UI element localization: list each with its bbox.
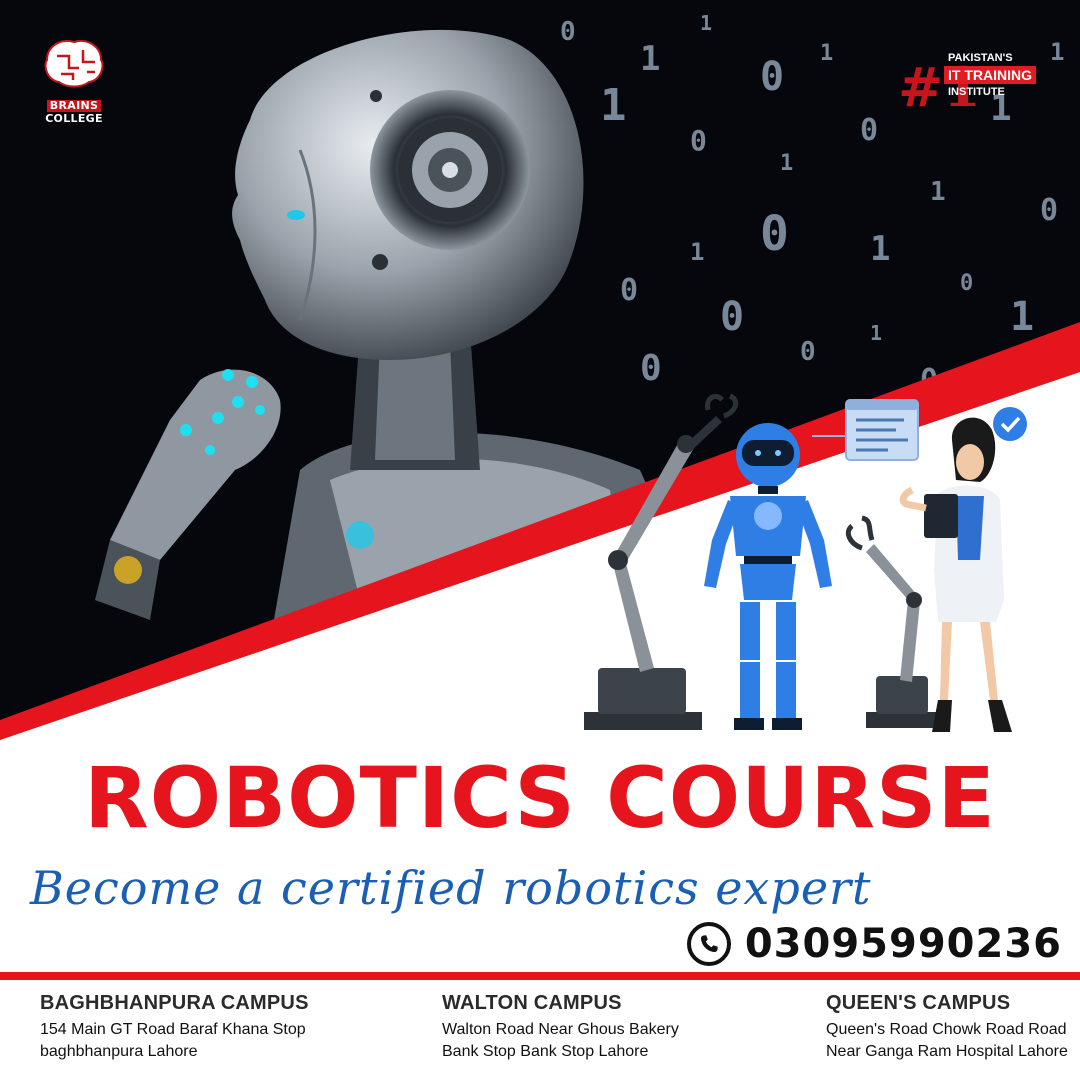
phone-number[interactable]: 03095990236: [745, 921, 1062, 967]
badge-line3: INSTITUTE: [948, 86, 1005, 98]
rank-badge: #1 PAKISTAN'S IT TRAINING INSTITUTE: [898, 38, 1048, 118]
svg-text:1: 1: [780, 151, 793, 176]
svg-text:0: 0: [760, 54, 784, 100]
svg-text:1: 1: [870, 321, 882, 345]
svg-text:0: 0: [720, 294, 744, 340]
tagline: Become a certified robotics expert: [30, 861, 872, 915]
svg-text:0: 0: [760, 206, 789, 262]
badge-line2: IT TRAINING: [944, 66, 1036, 84]
svg-text:1: 1: [690, 238, 704, 266]
svg-text:1: 1: [640, 39, 660, 79]
svg-text:1: 1: [1050, 38, 1064, 66]
svg-text:0: 0: [640, 348, 662, 389]
svg-text:1: 1: [700, 11, 712, 35]
campus-baghbhanpura: BAGHBHANPURA CAMPUS 154 Main GT Road Bar…: [40, 992, 309, 1063]
footer-divider: [0, 972, 1080, 980]
phone-icon: [686, 922, 731, 966]
campus-name: WALTON CAMPUS: [442, 992, 622, 1014]
svg-text:0: 0: [800, 337, 816, 367]
campus-address: Queen's Road Chowk Road Road Near Ganga …: [826, 1021, 1068, 1060]
check-badge-icon: [993, 407, 1027, 441]
logo-name-line2: COLLEGE: [45, 112, 103, 125]
svg-text:0: 0: [690, 124, 707, 157]
course-title: ROBOTICS COURSE: [84, 749, 996, 847]
svg-text:0: 0: [860, 113, 878, 148]
svg-text:1: 1: [600, 80, 627, 131]
logo-name-line1: BRAINS: [46, 100, 102, 112]
svg-text:1: 1: [1010, 294, 1034, 340]
campus-queens: QUEEN'S CAMPUS Queen's Road Chowk Road R…: [826, 992, 1068, 1063]
campus-name: BAGHBHANPURA CAMPUS: [40, 992, 309, 1014]
svg-text:0: 0: [560, 17, 576, 47]
brand-logo: BRAINS COLLEGE: [34, 36, 114, 125]
svg-text:1: 1: [820, 41, 833, 66]
svg-text:0: 0: [960, 271, 973, 296]
campus-name: QUEEN'S CAMPUS: [826, 992, 1011, 1014]
poster: 0 1 1 0 1 1 0 1 0 1 1 0 0 1 0 1 1 0 0 0 …: [0, 0, 1080, 1080]
badge-line1: PAKISTAN'S: [948, 52, 1013, 64]
campus-walton: WALTON CAMPUS Walton Road Near Ghous Bak…: [442, 992, 679, 1063]
phone-contact[interactable]: 03095990236: [686, 918, 1062, 970]
svg-text:0: 0: [1040, 193, 1058, 228]
svg-text:1: 1: [930, 177, 946, 207]
campus-address: 154 Main GT Road Baraf Khana Stop baghbh…: [40, 1021, 306, 1060]
svg-text:0: 0: [620, 273, 638, 308]
brain-icon: [44, 40, 104, 88]
svg-text:1: 1: [870, 229, 890, 269]
campus-address: Walton Road Near Ghous Bakery Bank Stop …: [442, 1021, 679, 1060]
